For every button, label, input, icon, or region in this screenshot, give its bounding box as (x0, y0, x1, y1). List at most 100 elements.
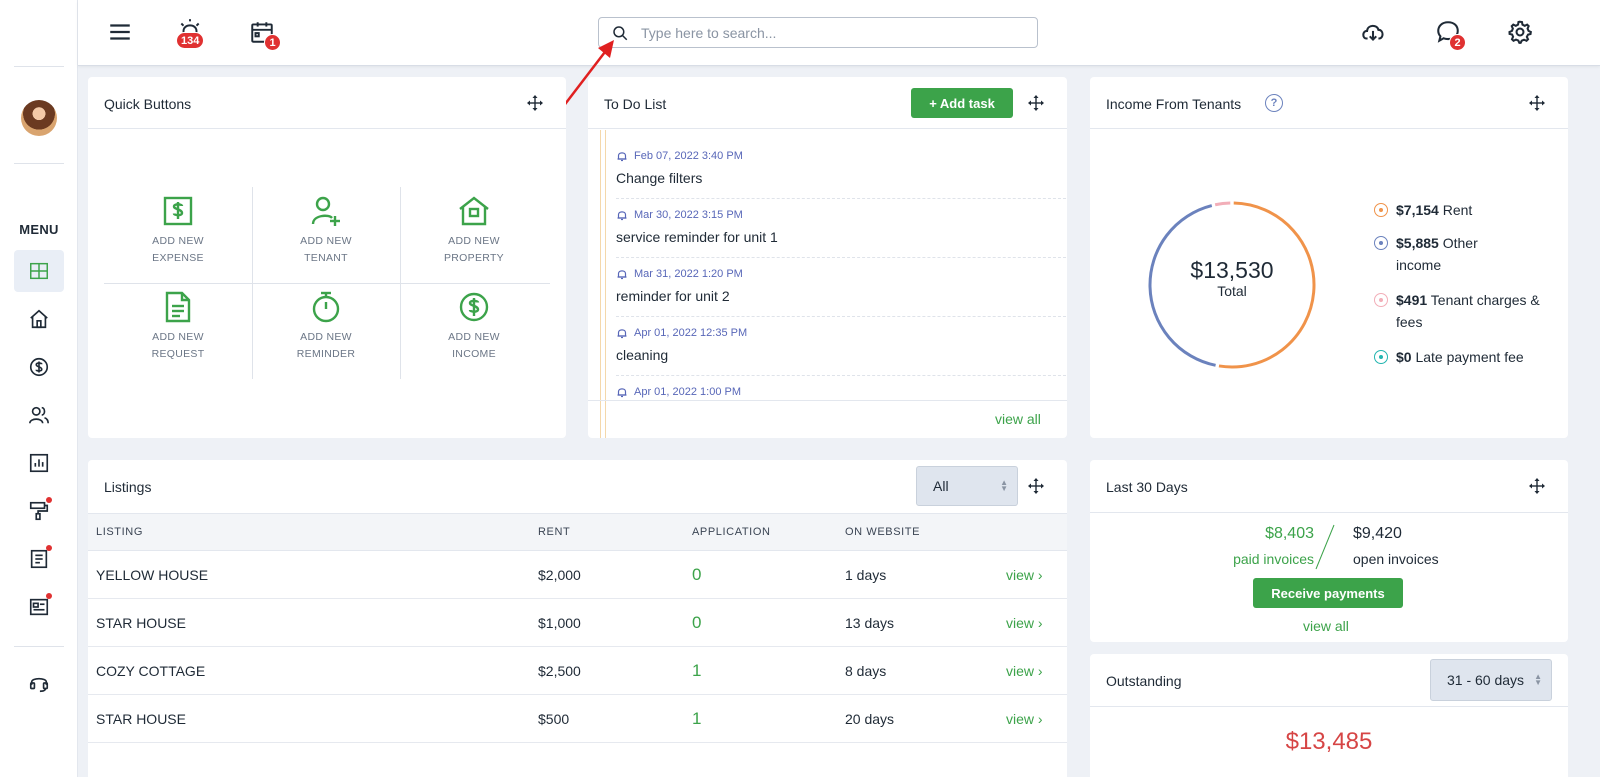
outstanding-amount: $13,485 (1285, 728, 1373, 755)
table-row: STAR HOUSE $500 1 20 days view › (88, 695, 1067, 743)
add-new-request-button[interactable]: ADD NEW REQUEST (104, 283, 252, 379)
drag-handle[interactable] (1028, 478, 1044, 494)
view-link[interactable]: view › (1006, 663, 1043, 679)
add-new-expense-button[interactable]: ADD NEW EXPENSE (104, 187, 252, 283)
legend-marker (1374, 203, 1388, 217)
notification-dot (46, 545, 52, 551)
column-header[interactable]: ON WEBSITE (845, 526, 920, 538)
menu-toggle-button[interactable] (105, 17, 135, 47)
listings-card: Listings All ▲ ▼ LISTING RENT APPLICATION… (88, 460, 1067, 777)
column-header[interactable]: APPLICATION (692, 526, 771, 538)
view-link[interactable]: view › (1006, 567, 1043, 583)
home-icon (30, 309, 48, 329)
view-link[interactable]: view › (1006, 711, 1043, 727)
listing-applications: 0 (692, 613, 702, 632)
column-header[interactable]: LISTING (96, 526, 143, 538)
left-sidebar: MENU (0, 0, 78, 777)
sidebar-item-support[interactable] (14, 662, 64, 704)
legend-item-other-income: $5,885 Other income (1374, 232, 1524, 276)
dashboard-icon (30, 262, 48, 280)
listing-applications: 0 (692, 565, 702, 584)
drag-handle[interactable] (1529, 478, 1545, 494)
add-new-property-button[interactable]: ADD NEW PROPERTY (400, 187, 548, 283)
todo-view-all-link[interactable]: view all (995, 411, 1041, 427)
search-bar[interactable] (598, 17, 1038, 48)
add-task-button[interactable]: + Add task (911, 88, 1013, 118)
sidebar-item-people[interactable] (14, 394, 64, 436)
property-icon (459, 196, 489, 226)
sidebar-item-accounting[interactable] (14, 346, 64, 388)
todo-item[interactable]: Mar 30, 2022 3:15 PM service reminder fo… (616, 199, 1066, 258)
calendar-button[interactable]: 1 (247, 17, 281, 51)
sidebar-item-listings[interactable] (14, 586, 64, 628)
column-header[interactable]: RENT (538, 526, 570, 538)
move-icon (1028, 95, 1044, 111)
drag-handle[interactable] (1529, 95, 1545, 111)
listings-filter-select[interactable]: All ▲ ▼ (916, 466, 1018, 506)
stopwatch-icon (312, 291, 340, 323)
add-new-income-button[interactable]: ADD NEW INCOME (400, 283, 548, 379)
bell-icon (617, 329, 627, 339)
legend-marker (1374, 350, 1388, 364)
add-new-tenant-button[interactable]: ADD NEW TENANT (252, 187, 400, 283)
expense-icon (163, 196, 193, 226)
sidebar-item-reports[interactable] (14, 442, 64, 484)
card-divider (1090, 706, 1568, 707)
todo-item[interactable]: Apr 01, 2022 1:00 PM (616, 376, 1066, 402)
listing-name: COZY COTTAGE (96, 663, 206, 679)
bell-icon (617, 211, 627, 221)
todo-item[interactable]: Feb 07, 2022 3:40 PM Change filters (616, 140, 1066, 199)
alerts-button[interactable]: 134 (175, 15, 205, 49)
sidebar-divider (14, 66, 64, 67)
search-input[interactable] (641, 24, 1021, 41)
todo-date: Mar 31, 2022 1:20 PM (634, 268, 743, 280)
view-link[interactable]: view › (1006, 615, 1043, 631)
todo-date: Apr 01, 2022 12:35 PM (634, 327, 748, 339)
messages-button[interactable]: 2 (1433, 17, 1466, 51)
receive-payments-button[interactable]: Receive payments (1253, 578, 1403, 608)
quick-buttons-card: Quick Buttons ADD NEW EXPENSE ADD NEW TE… (88, 77, 566, 438)
help-icon[interactable]: ? (1265, 94, 1283, 112)
quick-button-label: ADD NEW EXPENSE (152, 235, 204, 264)
hamburger-icon (110, 24, 130, 40)
card-divider (588, 128, 1067, 129)
todo-date: Feb 07, 2022 3:40 PM (634, 150, 743, 162)
legend-item-rent: $7,154 Rent (1374, 199, 1564, 221)
top-header: 134 1 2 (78, 0, 1600, 117)
drag-handle[interactable] (1028, 95, 1044, 111)
drag-handle[interactable] (527, 95, 543, 111)
add-new-reminder-button[interactable]: ADD NEW REMINDER (252, 283, 400, 379)
last30-view-all-link[interactable]: view all (1303, 618, 1349, 634)
todo-item[interactable]: Mar 31, 2022 1:20 PM reminder for unit 2 (616, 258, 1066, 317)
sidebar-divider (14, 163, 64, 164)
support-icon (29, 677, 49, 693)
alerts-badge: 134 (176, 32, 205, 49)
quick-buttons-grid: ADD NEW EXPENSE ADD NEW TENANT ADD NEW P… (104, 187, 550, 379)
move-icon (1529, 95, 1545, 111)
sidebar-item-documents[interactable] (14, 538, 64, 580)
sidebar-item-maintenance[interactable] (14, 490, 64, 532)
legend-item-late-fee: $0 Late payment fee (1374, 346, 1564, 368)
todo-item[interactable]: Apr 01, 2022 12:35 PM cleaning (616, 317, 1066, 376)
listings-table-header: LISTING RENT APPLICATION ON WEBSITE (88, 513, 1067, 551)
listing-on-website: 20 days (845, 711, 895, 727)
donut-segment (1214, 201, 1231, 207)
bell-icon (617, 270, 627, 280)
listing-name: YELLOW HOUSE (96, 567, 209, 583)
document-icon (30, 549, 48, 569)
download-button[interactable] (1358, 17, 1388, 47)
paid-invoices-amount: $8,403 (1265, 525, 1314, 542)
settings-button[interactable] (1505, 17, 1535, 47)
request-icon (165, 291, 191, 323)
listing-on-website: 8 days (845, 663, 887, 679)
todo-list-card: To Do List + Add task Feb 07, 2022 3:40 … (588, 77, 1067, 438)
income-total-value: $13,530 (1190, 257, 1274, 283)
sidebar-item-dashboard[interactable] (14, 250, 64, 292)
listing-applications: 1 (692, 661, 702, 680)
outstanding-range-select[interactable]: 31 - 60 days ▲ ▼ (1430, 659, 1552, 701)
avatar[interactable] (21, 100, 57, 136)
listing-rent: $2,500 (538, 663, 581, 679)
select-arrows-icon: ▲ ▼ (1534, 672, 1542, 687)
sidebar-item-properties[interactable] (14, 298, 64, 340)
notification-dot (46, 497, 52, 503)
